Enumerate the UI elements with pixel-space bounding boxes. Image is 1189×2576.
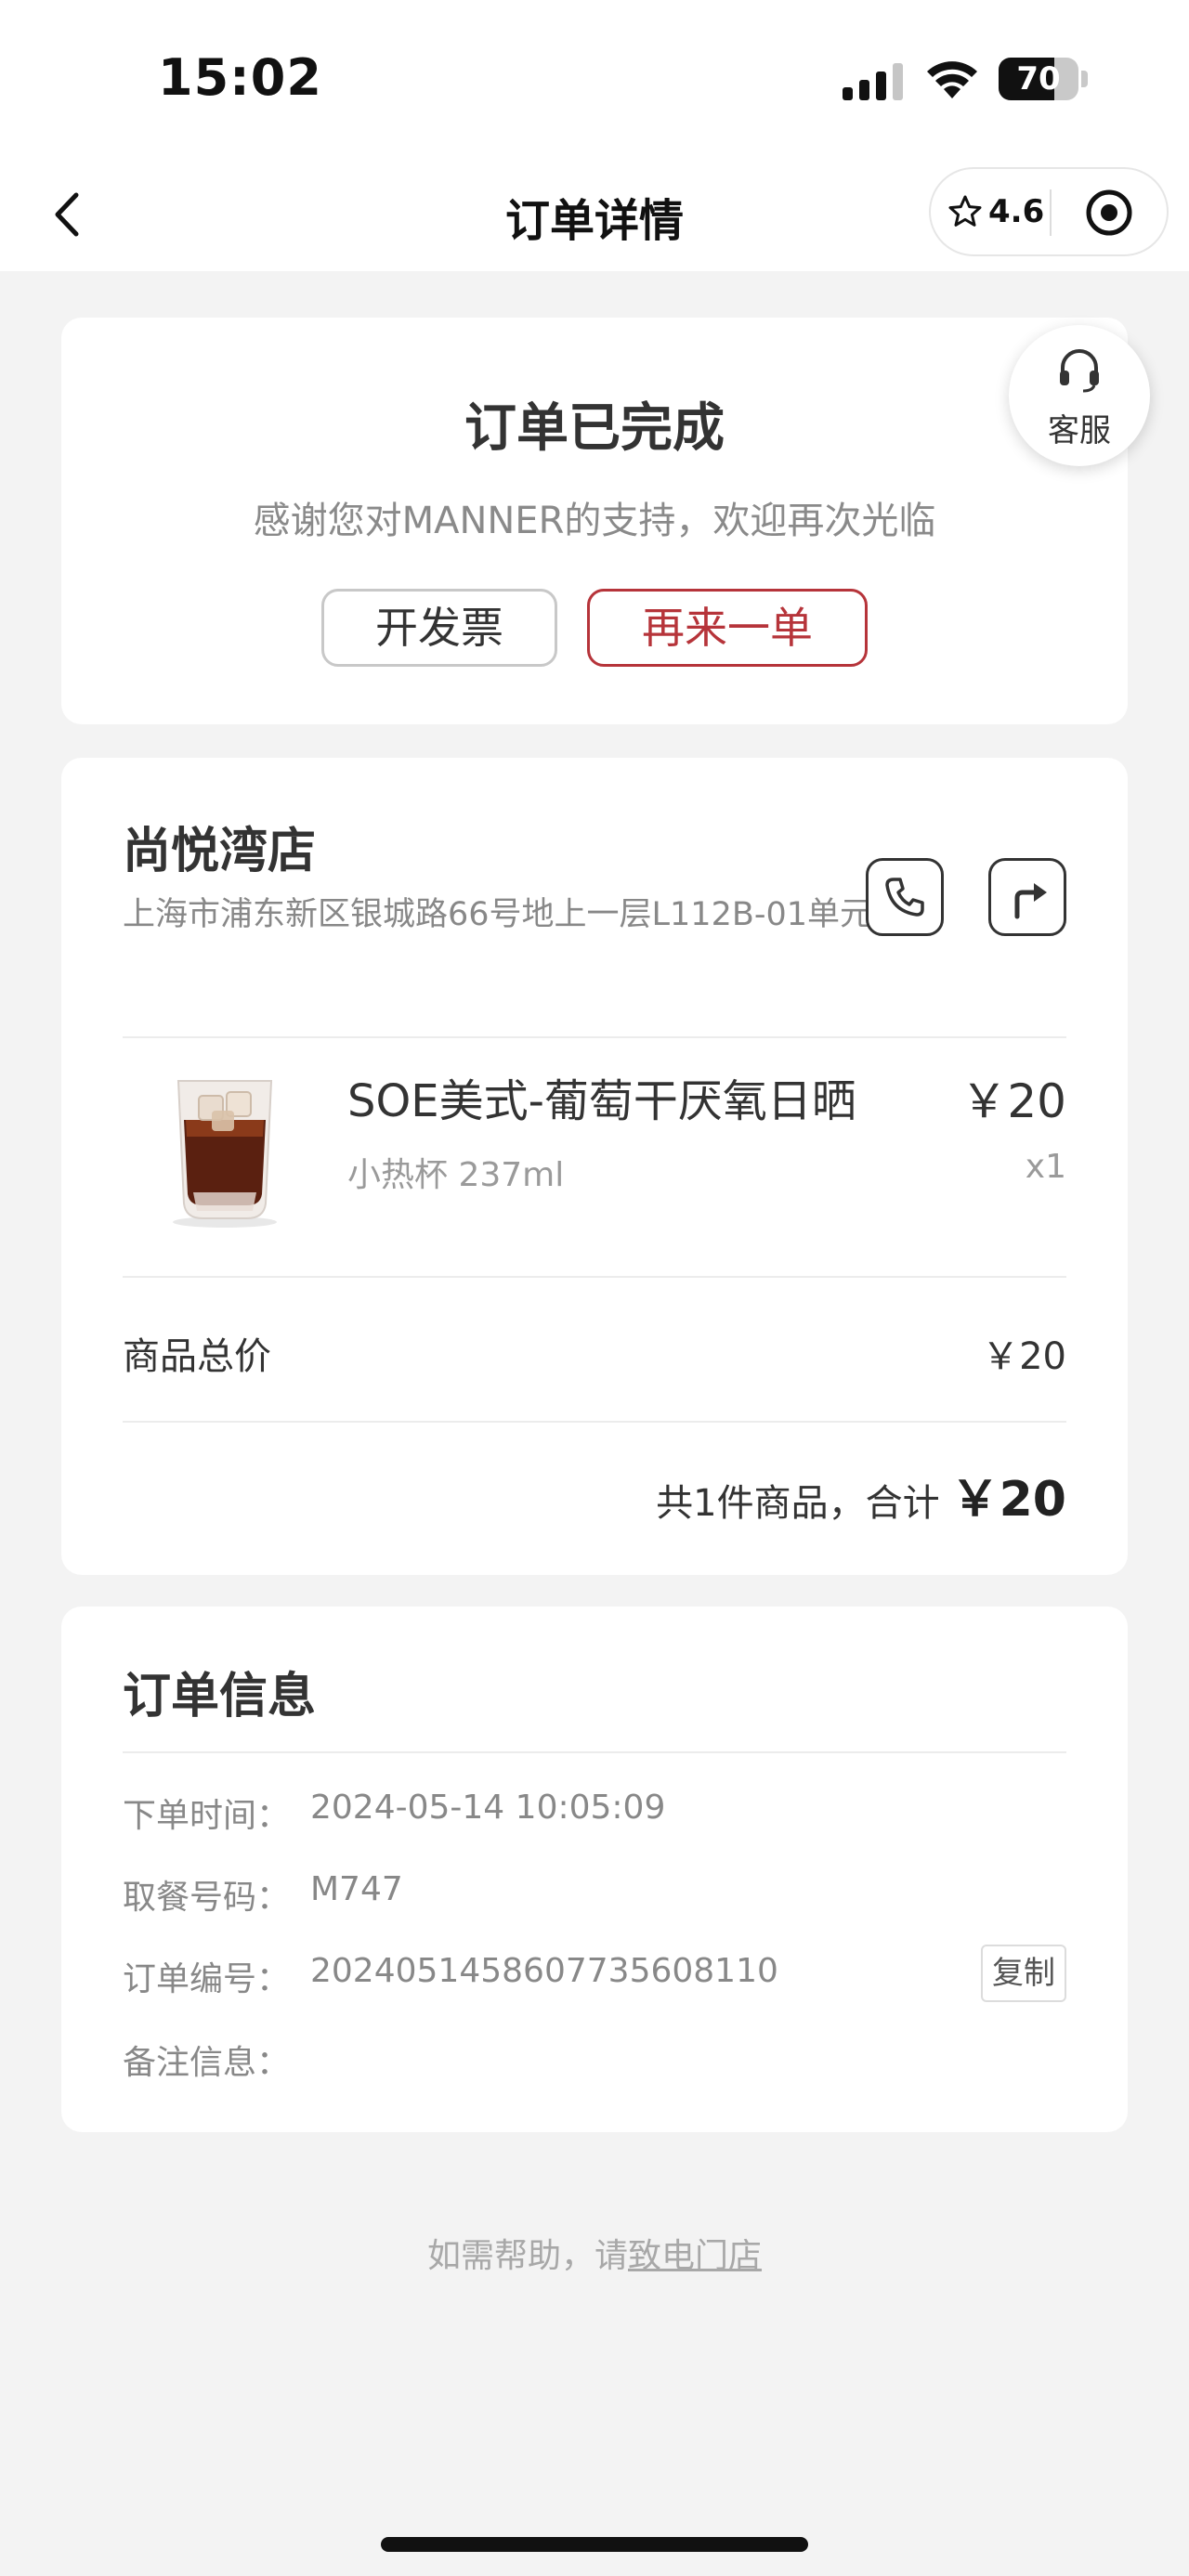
invoice-button[interactable]: 开发票 — [321, 589, 557, 667]
store-address: 上海市浦东新区银城路66号地上一层L112B-01单元 — [123, 896, 873, 933]
call-store-button[interactable] — [866, 858, 944, 936]
store-name: 尚悦湾店 — [123, 824, 317, 879]
status-bar: 15:02 70 — [0, 0, 1189, 158]
divider — [123, 1751, 1066, 1753]
pickup-code-value: M747 — [310, 1870, 403, 1908]
help-prefix: 如需帮助，请 — [426, 2237, 628, 2275]
order-status-subtitle: 感谢您对MANNER的支持，欢迎再次光临 — [253, 500, 936, 542]
order-detail-page: 15:02 70 订单详情 4.6 订单已完成 感谢您对MANNER的支持，欢迎… — [0, 0, 1189, 2576]
battery-level: 70 — [1016, 60, 1061, 98]
nav-bar: 订单详情 4.6 — [0, 158, 1189, 271]
order-time-row: 下单时间： 2024-05-14 10:05:09 — [123, 1781, 1066, 1837]
navigate-button[interactable] — [988, 858, 1066, 936]
product-quantity: x1 — [1025, 1148, 1066, 1186]
total-value: ￥20 — [950, 1472, 1066, 1528]
order-status-card: 订单已完成 感谢您对MANNER的支持，欢迎再次光临 开发票 再来一单 — [61, 318, 1128, 724]
order-info-title: 订单信息 — [123, 1669, 317, 1724]
wifi-icon — [927, 61, 977, 98]
headset-icon — [1060, 349, 1099, 393]
home-indicator[interactable] — [381, 2537, 808, 2552]
phone-icon — [885, 878, 924, 917]
copy-order-number-button[interactable]: 复制 — [981, 1945, 1066, 2002]
product-name: SOE美式-葡萄干厌氧日晒 — [347, 1075, 856, 1127]
divider — [123, 1276, 1066, 1278]
total-line: 共1件商品，合计 ￥20 — [656, 1460, 1066, 1529]
subtotal-label: 商品总价 — [123, 1335, 271, 1378]
call-store-link[interactable]: 致电门店 — [628, 2237, 762, 2275]
customer-service-button[interactable]: 客服 — [1009, 325, 1150, 466]
mini-program-capsule: 4.6 — [929, 167, 1169, 256]
order-number-row: 订单编号： 2024051458607735608110 复制 — [123, 1945, 1066, 2002]
remark-label: 备注信息： — [123, 2044, 291, 2082]
rating-button[interactable]: 4.6 — [947, 169, 1044, 254]
target-icon[interactable] — [1085, 189, 1133, 237]
product-price: ￥20 — [960, 1074, 1066, 1128]
order-time-value: 2024-05-14 10:05:09 — [310, 1789, 666, 1827]
status-time: 15:02 — [158, 48, 322, 107]
order-status-title: 订单已完成 — [464, 398, 725, 459]
signal-icon — [843, 63, 903, 100]
order-number-value: 2024051458607735608110 — [310, 1952, 778, 1990]
battery-icon: 70 — [999, 58, 1088, 100]
pickup-code-label: 取餐号码： — [123, 1879, 291, 1917]
rating-value: 4.6 — [988, 193, 1045, 230]
capsule-divider — [1050, 189, 1052, 236]
customer-service-label: 客服 — [1048, 412, 1111, 449]
total-text: 共1件商品，合计 — [656, 1482, 940, 1525]
help-line: 如需帮助，请致电门店 — [0, 2229, 1189, 2277]
store-order-card: 尚悦湾店 上海市浦东新区银城路66号地上一层L112B-01单元 SOE美式-葡… — [61, 758, 1128, 1575]
divider — [123, 1036, 1066, 1038]
pickup-code-row: 取餐号码： M747 — [123, 1863, 1066, 1919]
product-image[interactable] — [150, 1055, 299, 1231]
subtotal-value: ￥20 — [982, 1335, 1066, 1378]
order-time-label: 下单时间： — [123, 1797, 291, 1835]
star-icon — [948, 195, 982, 227]
product-spec: 小热杯 237ml — [347, 1156, 565, 1194]
divider — [123, 1421, 1066, 1423]
reorder-button[interactable]: 再来一单 — [587, 589, 868, 667]
order-info-card: 订单信息 下单时间： 2024-05-14 10:05:09 取餐号码： M74… — [61, 1607, 1128, 2132]
remark-row: 备注信息： — [123, 2028, 1066, 2084]
directions-icon — [1014, 883, 1047, 919]
order-number-label: 订单编号： — [123, 1960, 291, 1998]
